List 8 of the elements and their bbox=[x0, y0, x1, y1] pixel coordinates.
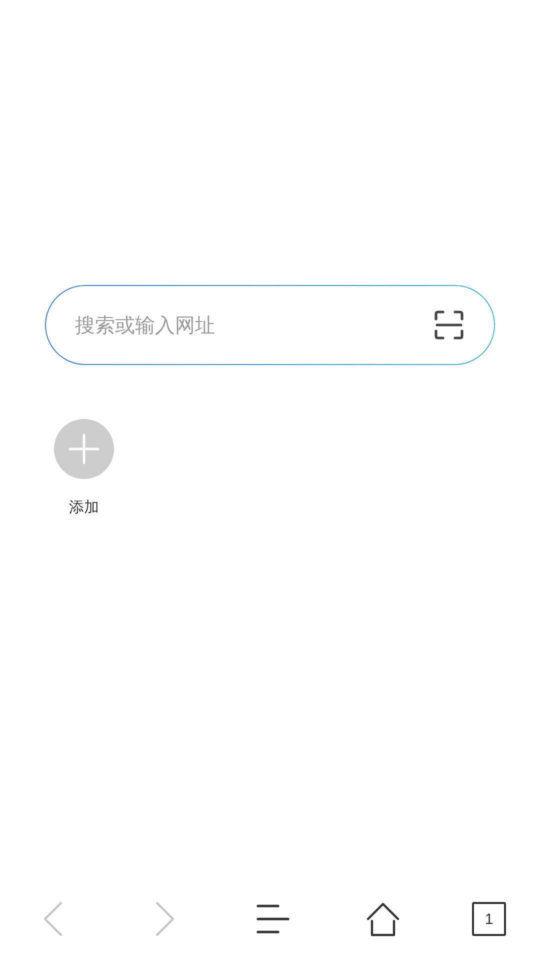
home-icon bbox=[366, 901, 400, 937]
search-field[interactable]: 搜索或输入网址 bbox=[45, 285, 495, 365]
tabs-button[interactable]: 1 bbox=[472, 902, 506, 936]
shortcut-label: 添加 bbox=[69, 497, 99, 518]
search-input[interactable]: 搜索或输入网址 bbox=[75, 310, 434, 340]
scan-icon[interactable] bbox=[434, 310, 464, 340]
plus-icon bbox=[68, 433, 100, 465]
menu-icon bbox=[256, 903, 290, 935]
